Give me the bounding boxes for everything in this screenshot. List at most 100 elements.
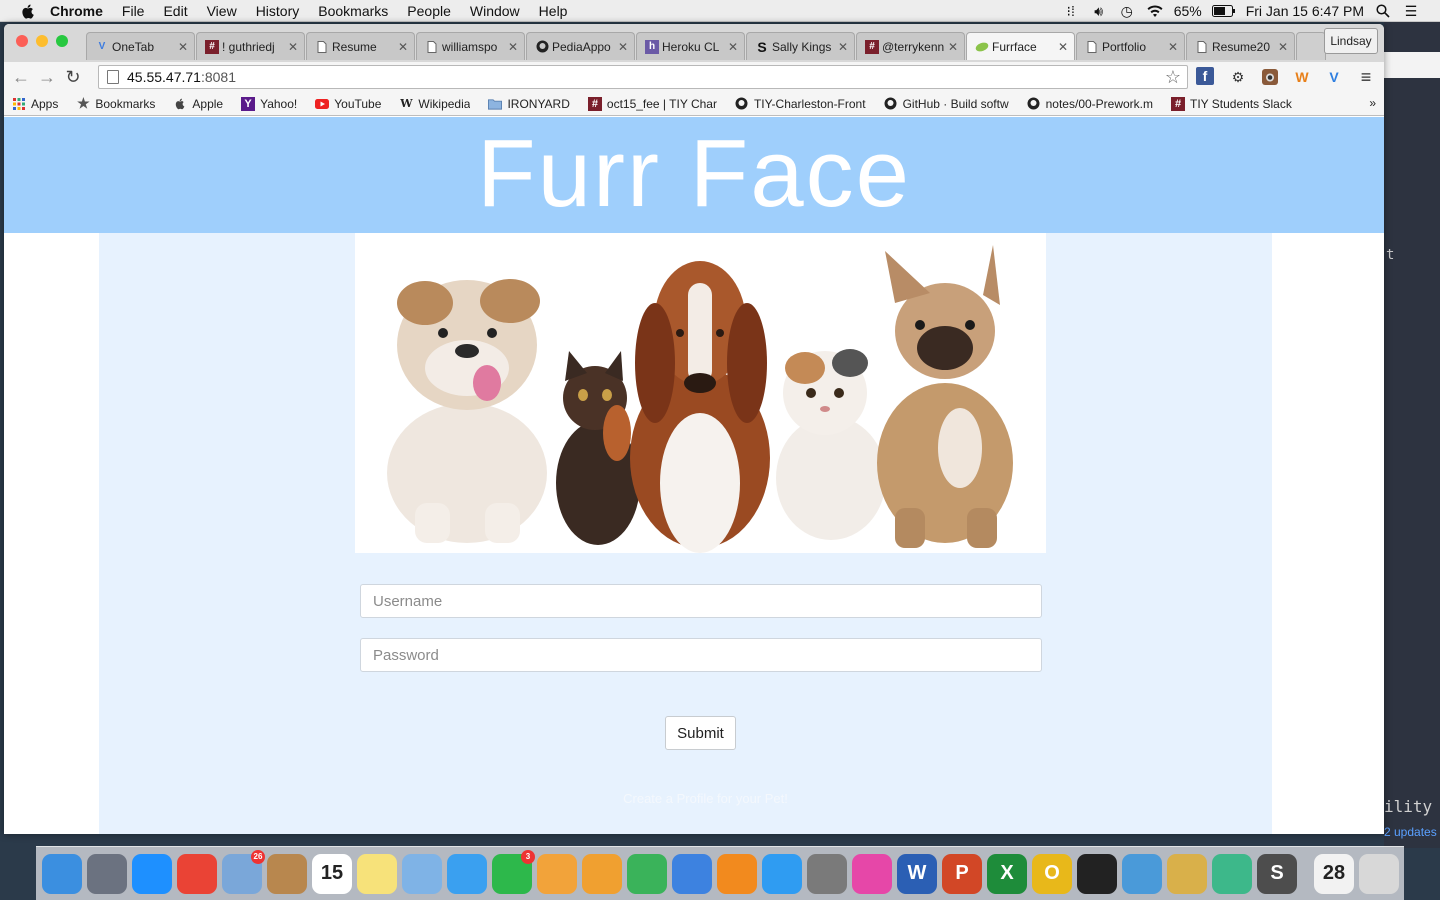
browser-tab[interactable]: Resume20 ✕	[1186, 32, 1295, 60]
sequel-dock-icon[interactable]	[1167, 853, 1207, 894]
tab-close-icon[interactable]: ✕	[178, 40, 188, 54]
editor-updates-badge[interactable]: 2 updates	[1384, 825, 1437, 839]
volume-icon[interactable]: 🔊︎	[1090, 3, 1108, 19]
forward-arrow-icon[interactable]: →	[36, 66, 58, 88]
onetab-extension-icon[interactable]: V	[1324, 67, 1344, 87]
menu-edit[interactable]: Edit	[163, 3, 187, 19]
browser-tab[interactable]: # @terrykenn ✕	[856, 32, 965, 60]
word-dock-icon[interactable]: W	[897, 853, 937, 894]
menu-app-name[interactable]: Chrome	[50, 3, 103, 19]
bookmark-item[interactable]: # oct15_fee | TIY Char	[587, 96, 717, 111]
battery-icon[interactable]	[1211, 4, 1236, 18]
bookmarks-overflow-chevron[interactable]: »	[1369, 96, 1376, 110]
browser-tab[interactable]: PediaAppo ✕	[526, 32, 635, 60]
menu-help[interactable]: Help	[539, 3, 568, 19]
tab-close-icon[interactable]: ✕	[728, 40, 738, 54]
spotlight-search-icon[interactable]	[1374, 4, 1392, 18]
photos-dock-icon[interactable]	[537, 853, 577, 894]
back-arrow-icon[interactable]: ←	[10, 66, 32, 88]
powerpoint-dock-icon[interactable]: P	[942, 853, 982, 894]
network-utility-dock-icon[interactable]	[1122, 853, 1162, 894]
messages-dock-icon[interactable]	[447, 853, 487, 894]
safari-dock-icon[interactable]	[132, 853, 172, 894]
password-input[interactable]	[360, 638, 1042, 672]
atom-dock-icon[interactable]	[1212, 853, 1252, 894]
notification-center-icon[interactable]: ☰	[1402, 3, 1420, 19]
zoom-window-button[interactable]	[56, 35, 68, 47]
battery-percent[interactable]: 65%	[1174, 3, 1202, 19]
app-store-dock-icon[interactable]	[762, 853, 802, 894]
browser-tab-active[interactable]: Furrface ✕	[966, 32, 1075, 60]
tab-close-icon[interactable]: ✕	[618, 40, 628, 54]
facetime-dock-icon[interactable]: 3	[492, 849, 535, 894]
bluetooth-activity-icon[interactable]: ⁝⁞	[1062, 3, 1080, 19]
trash-dock-icon[interactable]	[1359, 853, 1399, 894]
tab-close-icon[interactable]: ✕	[838, 40, 848, 54]
menu-people[interactable]: People	[407, 3, 451, 19]
sublime-dock-icon[interactable]: S	[1257, 853, 1297, 894]
bookmark-item[interactable]: W Wikipedia	[399, 97, 470, 111]
menu-window[interactable]: Window	[470, 3, 520, 19]
calendar-dock-icon[interactable]: 15	[312, 853, 352, 894]
bookmark-item[interactable]: # TIY Students Slack	[1171, 96, 1292, 111]
address-bar[interactable]: 45.55.47.71:8081 ☆	[98, 65, 1188, 89]
bookmark-item[interactable]: GitHub · Build softw	[884, 97, 1009, 111]
tab-close-icon[interactable]: ✕	[288, 40, 298, 54]
browser-tab[interactable]: Portfolio ✕	[1076, 32, 1185, 60]
bookmark-item[interactable]: Apple	[173, 97, 223, 111]
excel-dock-icon[interactable]: X	[987, 853, 1027, 894]
tab-close-icon[interactable]: ✕	[1058, 40, 1068, 54]
terminal-dock-icon[interactable]	[1077, 853, 1117, 894]
browser-tab[interactable]: V OneTab ✕	[86, 32, 195, 60]
numbers-dock-icon[interactable]	[627, 853, 667, 894]
browser-tab[interactable]: williamspo ✕	[416, 32, 525, 60]
profile-button[interactable]: Lindsay	[1324, 28, 1378, 54]
create-profile-link[interactable]: Create a Profile for your Pet!	[99, 791, 1312, 806]
contacts-dock-icon[interactable]	[267, 853, 307, 894]
keynote-dock-icon[interactable]	[672, 853, 712, 894]
new-tab-button[interactable]	[1296, 32, 1326, 60]
tab-close-icon[interactable]: ✕	[948, 40, 958, 54]
tab-close-icon[interactable]: ✕	[398, 40, 408, 54]
apple-menu-icon[interactable]	[20, 3, 36, 19]
wordpress-extension-icon[interactable]: W	[1292, 67, 1312, 87]
chrome-menu-icon[interactable]: ≡	[1356, 67, 1376, 87]
gear-extension-icon[interactable]: ⚙	[1228, 67, 1248, 87]
chrome-dock-icon[interactable]	[177, 853, 217, 894]
bookmark-item[interactable]: notes/00-Prework.m	[1027, 97, 1153, 111]
tab-close-icon[interactable]: ✕	[1278, 40, 1288, 54]
bookmark-item[interactable]: Apps	[12, 97, 58, 111]
mail-dock-icon[interactable]: 26	[222, 849, 265, 894]
ibooks-dock-icon[interactable]	[717, 853, 757, 894]
itunes-dock-icon[interactable]	[852, 853, 892, 894]
menu-bookmarks[interactable]: Bookmarks	[318, 3, 388, 19]
launchpad-dock-icon[interactable]	[87, 853, 127, 894]
submit-button[interactable]: Submit	[665, 716, 736, 750]
browser-tab[interactable]: Resume ✕	[306, 32, 415, 60]
menu-view[interactable]: View	[207, 3, 237, 19]
notes-dock-icon[interactable]	[357, 853, 397, 894]
tab-close-icon[interactable]: ✕	[508, 40, 518, 54]
facebook-extension-icon[interactable]: f	[1196, 67, 1214, 85]
time-machine-icon[interactable]: ◷	[1118, 3, 1136, 19]
instagram-extension-icon[interactable]	[1260, 67, 1280, 87]
menubar-clock[interactable]: Fri Jan 15 6:47 PM	[1246, 3, 1364, 19]
bookmark-item[interactable]: ★ Bookmarks	[76, 95, 155, 111]
preview-dock-icon[interactable]	[402, 853, 442, 894]
ical-doc-dock-icon[interactable]: 28	[1314, 853, 1354, 894]
page-info-icon[interactable]	[107, 70, 119, 84]
outlook-dock-icon[interactable]: O	[1032, 853, 1072, 894]
menu-file[interactable]: File	[122, 3, 145, 19]
username-input[interactable]	[360, 584, 1042, 618]
browser-tab[interactable]: h Heroku CL ✕	[636, 32, 745, 60]
minimize-window-button[interactable]	[36, 35, 48, 47]
tab-close-icon[interactable]: ✕	[1168, 40, 1178, 54]
close-window-button[interactable]	[16, 35, 28, 47]
bookmark-star-icon[interactable]: ☆	[1165, 67, 1181, 88]
menu-history[interactable]: History	[256, 3, 300, 19]
bookmark-item[interactable]: TIY-Charleston-Front	[735, 97, 866, 111]
reload-icon[interactable]: ↻	[62, 66, 84, 88]
finder-dock-icon[interactable]	[42, 853, 82, 894]
bookmark-folder[interactable]: IRONYARD	[488, 97, 570, 111]
browser-tab[interactable]: S Sally Kings ✕	[746, 32, 855, 60]
